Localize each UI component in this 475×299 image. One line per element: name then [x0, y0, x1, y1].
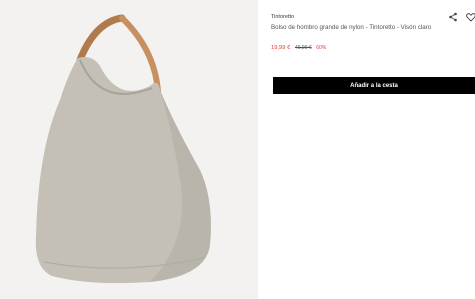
- product-info: Tintoretto Bolso de hombro grande de nyl…: [271, 0, 475, 299]
- share-icon: [449, 12, 457, 22]
- heart-icon: [466, 13, 475, 22]
- current-price: 19,99 €: [271, 45, 291, 51]
- product-image[interactable]: [0, 0, 258, 299]
- handbag-image: [35, 14, 211, 284]
- product-brand[interactable]: Tintoretto: [271, 14, 294, 20]
- price-row: 19,99 € 49,99 € 60%: [271, 45, 326, 51]
- wishlist-button[interactable]: [465, 10, 475, 22]
- original-price: 49,99 €: [294, 45, 312, 51]
- discount-badge: 60%: [316, 45, 327, 51]
- add-to-cart-button[interactable]: Añadir a la cesta: [273, 77, 475, 94]
- product-title: Bolso de hombro grande de nylon - Tintor…: [271, 24, 432, 31]
- share-button[interactable]: [447, 10, 459, 22]
